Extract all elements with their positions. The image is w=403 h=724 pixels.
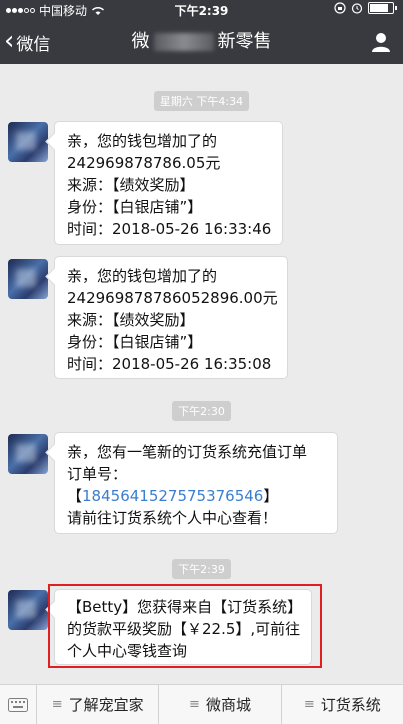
menu-lines-icon: ≡ — [51, 697, 63, 712]
timestamp: 下午2:39 — [0, 558, 403, 579]
title-prefix: 微 — [131, 31, 150, 52]
menu-item[interactable]: ≡ 微商城 — [159, 685, 282, 724]
avatar[interactable] — [8, 590, 48, 630]
bottom-menu-bar: ≡ 了解宠宜家 ≡ 微商城 ≡ 订货系统 — [0, 684, 403, 724]
nav-bar: ‹ 微信 微新零售 — [0, 20, 403, 64]
battery-icon — [368, 2, 394, 14]
person-icon[interactable] — [369, 30, 393, 54]
battery-tip — [395, 6, 397, 10]
message-bubble[interactable]: 亲，您的钱包增加了的 242969878786.05元 来源：【绩效奖励】 身份… — [54, 121, 283, 245]
highlight-box — [48, 584, 322, 668]
timestamp: 星期六 下午4:34 — [0, 90, 403, 111]
avatar[interactable] — [8, 122, 48, 162]
orientation-lock-icon — [334, 2, 346, 14]
chat-area[interactable]: 星期六 下午4:34 亲，您的钱包增加了的 242969878786.05元 来… — [0, 64, 403, 684]
menu-item[interactable]: ≡ 订货系统 — [282, 685, 403, 724]
order-number-line: 【1845641527575376546】 — [67, 487, 279, 505]
menu-item[interactable]: ≡ 了解宠宜家 — [37, 685, 160, 724]
title-suffix: 新零售 — [217, 31, 272, 52]
order-number-link[interactable]: 1845641527575376546 — [82, 487, 263, 505]
alarm-icon — [351, 3, 363, 14]
menu-lines-icon: ≡ — [303, 697, 315, 712]
title-blur — [153, 33, 214, 51]
keyboard-button[interactable] — [0, 685, 37, 724]
keyboard-icon — [8, 697, 28, 712]
message-bubble[interactable]: 亲，您有一笔新的订货系统充值订单 订单号： 【18456415275753765… — [54, 432, 338, 534]
timestamp: 下午2:30 — [0, 400, 403, 421]
avatar[interactable] — [8, 259, 48, 299]
status-right — [334, 2, 397, 14]
page-title: 微 新零售 — [0, 20, 403, 64]
menu-lines-icon: ≡ — [189, 697, 200, 712]
avatar[interactable] — [8, 434, 48, 474]
status-bar: 中国移动 下午2:39 — [0, 0, 403, 20]
message-bubble[interactable]: 亲，您的钱包增加了的 242969878786052896.00元 来源：【绩效… — [54, 256, 288, 379]
